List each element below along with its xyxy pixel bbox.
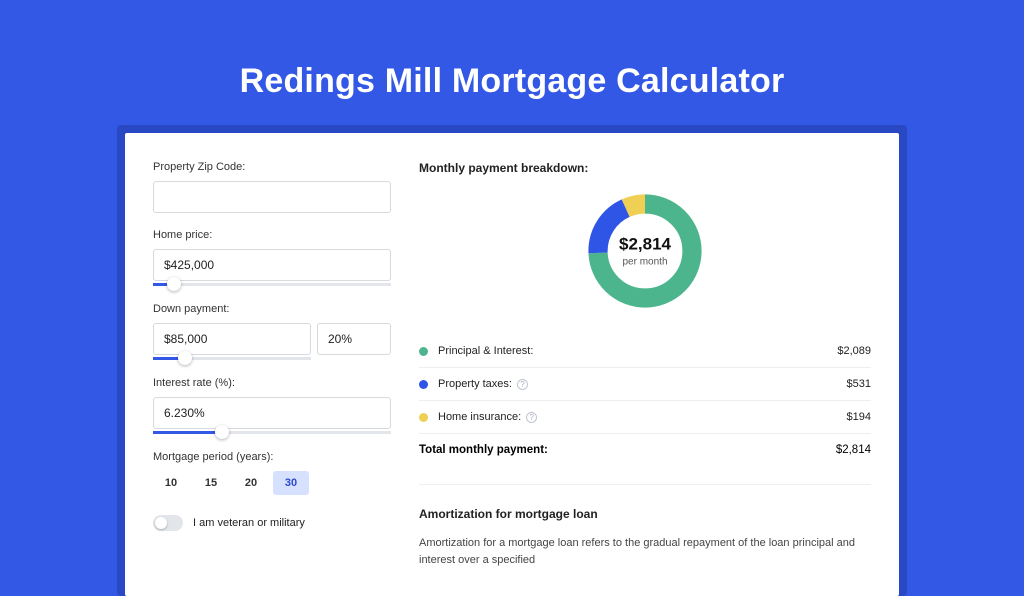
legend-value: $531 — [847, 378, 871, 390]
donut-amount: $2,814 — [619, 235, 671, 255]
legend-list: Principal & Interest:$2,089Property taxe… — [419, 335, 871, 433]
legend-row: Principal & Interest:$2,089 — [419, 335, 871, 368]
info-icon[interactable]: ? — [517, 379, 528, 390]
down-payment-pct-input[interactable] — [317, 323, 391, 355]
slider-thumb[interactable] — [167, 277, 181, 291]
total-label: Total monthly payment: — [419, 444, 836, 456]
breakdown-column: Monthly payment breakdown: $2,814 per mo… — [419, 161, 871, 568]
legend-dot — [419, 380, 428, 389]
toggle-knob — [155, 517, 167, 529]
interest-slider[interactable] — [153, 431, 391, 435]
period-option-30[interactable]: 30 — [273, 471, 309, 495]
home-price-label: Home price: — [153, 229, 391, 241]
zip-field: Property Zip Code: — [153, 161, 391, 213]
legend-value: $2,089 — [837, 345, 871, 357]
breakdown-title: Monthly payment breakdown: — [419, 161, 871, 175]
veteran-toggle[interactable] — [153, 515, 183, 531]
down-payment-field: Down payment: — [153, 303, 391, 361]
period-field: Mortgage period (years): 10152030 — [153, 451, 391, 495]
legend-label: Property taxes: ? — [438, 378, 847, 390]
home-price-field: Home price: — [153, 229, 391, 287]
card-shadow: Property Zip Code: Home price: Down paym… — [117, 125, 907, 596]
info-icon[interactable]: ? — [526, 412, 537, 423]
down-payment-slider[interactable] — [153, 357, 311, 361]
slider-thumb[interactable] — [178, 351, 192, 365]
donut-chart: $2,814 per month — [583, 189, 707, 313]
separator — [419, 484, 871, 485]
interest-label: Interest rate (%): — [153, 377, 391, 389]
legend-value: $194 — [847, 411, 871, 423]
inputs-column: Property Zip Code: Home price: Down paym… — [153, 161, 391, 568]
donut-wrap: $2,814 per month — [419, 189, 871, 313]
veteran-row: I am veteran or military — [153, 515, 391, 531]
interest-field: Interest rate (%): — [153, 377, 391, 435]
calculator-card: Property Zip Code: Home price: Down paym… — [125, 133, 899, 596]
period-option-20[interactable]: 20 — [233, 471, 269, 495]
donut-center: $2,814 per month — [619, 235, 671, 268]
legend-label: Principal & Interest: — [438, 345, 837, 357]
home-price-slider[interactable] — [153, 283, 391, 287]
period-label: Mortgage period (years): — [153, 451, 391, 463]
amortization-text: Amortization for a mortgage loan refers … — [419, 535, 871, 568]
slider-thumb[interactable] — [215, 425, 229, 439]
period-option-15[interactable]: 15 — [193, 471, 229, 495]
down-payment-label: Down payment: — [153, 303, 391, 315]
donut-sub: per month — [619, 257, 671, 268]
home-price-input[interactable] — [153, 249, 391, 281]
legend-row: Property taxes: ?$531 — [419, 368, 871, 401]
total-row: Total monthly payment: $2,814 — [419, 433, 871, 466]
zip-input[interactable] — [153, 181, 391, 213]
page-title: Redings Mill Mortgage Calculator — [0, 0, 1024, 125]
amortization-title: Amortization for mortgage loan — [419, 507, 871, 521]
total-value: $2,814 — [836, 444, 871, 456]
legend-dot — [419, 413, 428, 422]
period-options: 10152030 — [153, 471, 391, 495]
period-option-10[interactable]: 10 — [153, 471, 189, 495]
legend-dot — [419, 347, 428, 356]
veteran-label: I am veteran or military — [193, 517, 305, 529]
down-payment-amount-input[interactable] — [153, 323, 311, 355]
legend-row: Home insurance: ?$194 — [419, 401, 871, 433]
zip-label: Property Zip Code: — [153, 161, 391, 173]
legend-label: Home insurance: ? — [438, 411, 847, 423]
interest-input[interactable] — [153, 397, 391, 429]
